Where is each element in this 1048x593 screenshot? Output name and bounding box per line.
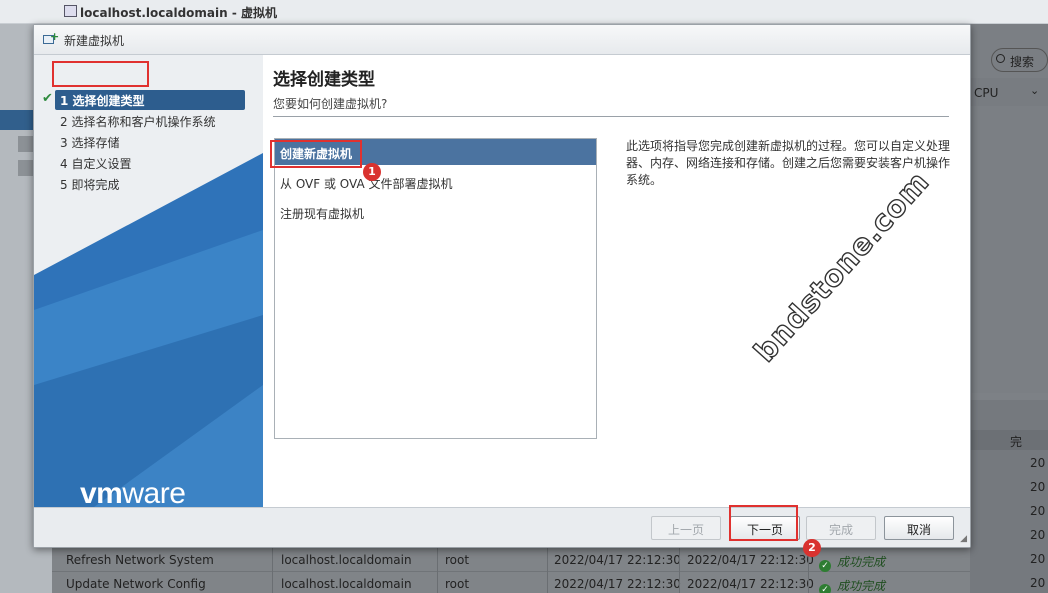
sidebar-nav-item[interactable] xyxy=(18,136,34,152)
finish-button[interactable]: 完成 xyxy=(806,516,876,540)
table-cell: 20 xyxy=(1030,576,1046,590)
task-result: 成功完成 xyxy=(837,555,886,569)
divider xyxy=(273,116,949,117)
page-title: 选择创建类型 xyxy=(273,70,375,90)
option-deploy-ovf-ova[interactable]: 从 OVF 或 OVA 文件部署虚拟机 xyxy=(275,169,596,195)
vmware-logo: vmware xyxy=(80,477,186,507)
highlight-create-new-option xyxy=(270,140,362,168)
task-started-time: 2022/04/17 22:12:30 xyxy=(687,577,814,591)
cpu-column-header[interactable]: CPU ⌄ xyxy=(970,78,1048,106)
highlight-next-button xyxy=(729,505,798,541)
task-name: Update Network Config xyxy=(66,577,206,591)
window-title: localhost.localdomain - 虚拟机 xyxy=(80,6,278,20)
cpu-header-label: CPU xyxy=(974,86,999,100)
wizard-step-2[interactable]: 2 选择名称和客户机操作系统 xyxy=(55,111,245,131)
tasks-right-panel: 完 20 20 20 20 20 20 xyxy=(970,400,1048,593)
creation-type-list[interactable]: 创建新虚拟机 从 OVF 或 OVA 文件部署虚拟机 注册现有虚拟机 xyxy=(274,138,597,439)
task-target[interactable]: localhost.localdomain xyxy=(281,577,412,591)
annotation-badge-2: 2 xyxy=(803,539,821,557)
table-row[interactable]: Refresh Network System localhost.localdo… xyxy=(52,548,970,572)
task-name: Refresh Network System xyxy=(66,553,214,567)
task-started-time: 2022/04/17 22:12:30 xyxy=(687,553,814,567)
dialog-footer: 上一页 下一页 完成 取消 ◢ xyxy=(34,507,970,547)
page-subtitle: 您要如何创建虚拟机? xyxy=(273,97,388,111)
dialog-title: 新建虚拟机 xyxy=(64,34,125,48)
wizard-step-4[interactable]: 4 自定义设置 xyxy=(55,153,245,173)
back-button[interactable]: 上一页 xyxy=(651,516,721,540)
dialog-header[interactable]: + 新建虚拟机 xyxy=(34,25,970,55)
task-queued-time: 2022/04/17 22:12:30 xyxy=(554,553,681,567)
task-result: 成功完成 xyxy=(837,579,886,593)
wizard-step-1[interactable]: 1 选择创建类型 xyxy=(55,90,245,110)
wizard-step-5[interactable]: 5 即将完成 xyxy=(55,174,245,194)
cancel-button[interactable]: 取消 xyxy=(884,516,954,540)
highlight-step-1 xyxy=(52,61,149,87)
option-register-existing-vm[interactable]: 注册现有虚拟机 xyxy=(275,199,596,225)
new-vm-icon: + xyxy=(43,30,59,46)
wizard-content: 选择创建类型 您要如何创建虚拟机? 创建新虚拟机 从 OVF 或 OVA 文件部… xyxy=(263,55,970,507)
table-cell: 20 xyxy=(1030,552,1046,566)
annotation-badge-1: 1 xyxy=(363,163,381,181)
task-target[interactable]: localhost.localdomain xyxy=(281,553,412,567)
task-initiator: root xyxy=(445,577,470,591)
success-check-icon: ✓ xyxy=(819,584,831,593)
tasks-column-header-completed[interactable]: 完 xyxy=(970,430,1048,450)
check-icon: ✔ xyxy=(42,91,53,106)
table-cell: 20 xyxy=(1030,480,1046,494)
table-cell: 20 xyxy=(1030,528,1046,542)
sidebar-nav-item[interactable] xyxy=(18,160,34,176)
wizard-steps-panel: ✔ 1 选择创建类型 2 选择名称和客户机操作系统 3 选择存储 4 自定义设置… xyxy=(34,55,263,507)
success-check-icon: ✓ xyxy=(819,560,831,572)
table-row[interactable]: Update Network Config localhost.localdom… xyxy=(52,572,970,593)
search-label: 搜索 xyxy=(1010,55,1035,69)
resize-grip-icon[interactable]: ◢ xyxy=(960,534,967,544)
task-initiator: root xyxy=(445,553,470,567)
search-icon xyxy=(996,54,1005,63)
task-queued-time: 2022/04/17 22:12:30 xyxy=(554,577,681,591)
table-cell: 20 xyxy=(1030,504,1046,518)
wizard-step-3[interactable]: 3 选择存储 xyxy=(55,132,245,152)
search-box[interactable]: 搜索 xyxy=(991,48,1048,72)
chevron-down-icon[interactable]: ⌄ xyxy=(1030,84,1039,97)
app-title-bar: localhost.localdomain - 虚拟机 xyxy=(0,0,1048,24)
table-cell: 20 xyxy=(1030,456,1046,470)
